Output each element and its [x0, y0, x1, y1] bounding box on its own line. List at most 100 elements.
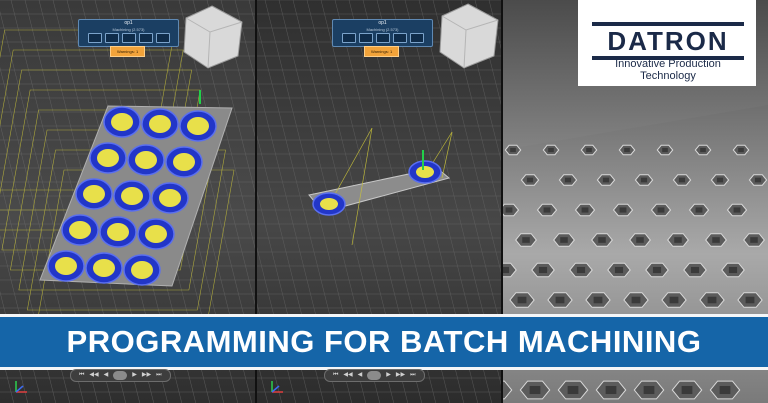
- pocket-chip: [631, 296, 641, 304]
- view-cube-icon[interactable]: [436, 2, 500, 70]
- pocket-chip: [716, 177, 724, 183]
- settings-icon[interactable]: [409, 33, 424, 43]
- operation-subtitle: Machining (2.573): [366, 27, 399, 32]
- pocket-chip: [674, 237, 682, 243]
- operation-subtitle: Machining (2.573): [112, 27, 145, 32]
- pocket-chip: [662, 147, 668, 153]
- simulation-player-2[interactable]: ⏮ ◀◀ ◀ ▶ ▶▶ ⏭: [324, 369, 425, 382]
- warning-badge-1[interactable]: Warnings: 1: [110, 46, 146, 57]
- skip-end-icon[interactable]: ⏭: [156, 371, 161, 380]
- rewind-icon[interactable]: ◀◀: [343, 371, 352, 380]
- simulate-icon[interactable]: [392, 33, 407, 43]
- part-center: [131, 261, 153, 279]
- skip-end-icon[interactable]: ⏭: [410, 371, 415, 380]
- pocket-chip: [690, 266, 700, 274]
- part-center: [173, 153, 195, 171]
- pocket-chip: [652, 266, 662, 274]
- pocket-chip: [707, 296, 717, 304]
- toolpath-icon[interactable]: [341, 33, 356, 43]
- pocket-chip: [738, 147, 744, 153]
- operation-toolbar-2[interactable]: op1 Machining (2.573): [332, 19, 433, 47]
- axis-triad-icon: [15, 381, 27, 393]
- pocket-chip: [712, 237, 720, 243]
- pocket-chip: [678, 177, 686, 183]
- warning-badge-2[interactable]: Warnings: 1: [364, 46, 400, 57]
- play-icon[interactable]: ▶: [132, 371, 137, 380]
- workpiece-icon[interactable]: [375, 33, 390, 43]
- pocket-chip: [681, 385, 693, 395]
- pocket-chip: [624, 147, 630, 153]
- pocket-chip: [733, 207, 741, 213]
- simulation-player-1[interactable]: ⏮ ◀◀ ◀ ▶ ▶▶ ⏭: [70, 369, 171, 382]
- step-back-icon[interactable]: ◀: [104, 371, 109, 380]
- pocket-chip: [560, 237, 568, 243]
- view-cube-icon[interactable]: [180, 4, 244, 70]
- pocket-chip: [719, 385, 731, 395]
- pocket-chip: [750, 237, 758, 243]
- part-center: [83, 185, 105, 203]
- part-center: [55, 257, 77, 275]
- workpiece-icon[interactable]: [121, 33, 136, 43]
- settings-icon[interactable]: [155, 33, 170, 43]
- pocket-chip: [526, 177, 534, 183]
- pocket-chip: [510, 147, 516, 153]
- pocket-chip: [602, 177, 610, 183]
- banner-title: PROGRAMMING FOR BATCH MACHINING: [66, 324, 702, 359]
- pocket-chip: [555, 296, 565, 304]
- pocket-chip: [669, 296, 679, 304]
- axis-triad-icon: [271, 381, 283, 393]
- skip-start-icon[interactable]: ⏮: [333, 371, 338, 380]
- pocket-chip: [640, 177, 648, 183]
- pocket-chip: [505, 207, 513, 213]
- pocket-chip: [543, 207, 551, 213]
- part-center: [416, 166, 434, 178]
- pocket-chip: [754, 177, 762, 183]
- fast-forward-icon[interactable]: ▶▶: [396, 371, 405, 380]
- toolpath-icon[interactable]: [87, 33, 102, 43]
- part-center: [107, 223, 129, 241]
- pocket-chip: [567, 385, 579, 395]
- pocket-chip: [564, 177, 572, 183]
- pocket-chip: [745, 296, 755, 304]
- part-center: [97, 149, 119, 167]
- part-center: [320, 198, 338, 210]
- pocket-chip: [576, 266, 586, 274]
- part-center: [93, 259, 115, 277]
- part-center: [159, 189, 181, 207]
- operation-title: op1: [378, 20, 387, 26]
- part-center: [187, 117, 209, 135]
- fixture-icon[interactable]: [104, 33, 119, 43]
- pocket-chip: [529, 385, 541, 395]
- pocket-chip: [619, 207, 627, 213]
- brand-name: DATRON: [592, 22, 744, 60]
- pocket-chip: [700, 147, 706, 153]
- scrubber-knob[interactable]: [113, 371, 128, 380]
- operation-toolbar-1[interactable]: op1 Machining (2.573): [78, 19, 179, 47]
- scrubber-knob[interactable]: [367, 371, 382, 380]
- pocket-chip: [657, 207, 665, 213]
- step-back-icon[interactable]: ◀: [358, 371, 363, 380]
- brand-tagline: Innovative Production Technology: [615, 58, 721, 82]
- pocket-chip: [503, 266, 510, 274]
- part-center: [121, 187, 143, 205]
- pocket-chip: [643, 385, 655, 395]
- pocket-chip: [517, 296, 527, 304]
- part-center: [145, 225, 167, 243]
- play-icon[interactable]: ▶: [386, 371, 391, 380]
- rewind-icon[interactable]: ◀◀: [89, 371, 98, 380]
- pocket-chip: [581, 207, 589, 213]
- fixture-icon[interactable]: [358, 33, 373, 43]
- part-center: [149, 115, 171, 133]
- pocket-chip: [636, 237, 644, 243]
- pocket-chip: [586, 147, 592, 153]
- pocket-chip: [695, 207, 703, 213]
- fast-forward-icon[interactable]: ▶▶: [142, 371, 151, 380]
- pocket-chip: [614, 266, 624, 274]
- pocket-chip: [728, 266, 738, 274]
- part-center: [69, 221, 91, 239]
- pocket-chip: [605, 385, 617, 395]
- skip-start-icon[interactable]: ⏮: [79, 371, 84, 380]
- simulate-icon[interactable]: [138, 33, 153, 43]
- part-center: [111, 113, 133, 131]
- pocket-chip: [538, 266, 548, 274]
